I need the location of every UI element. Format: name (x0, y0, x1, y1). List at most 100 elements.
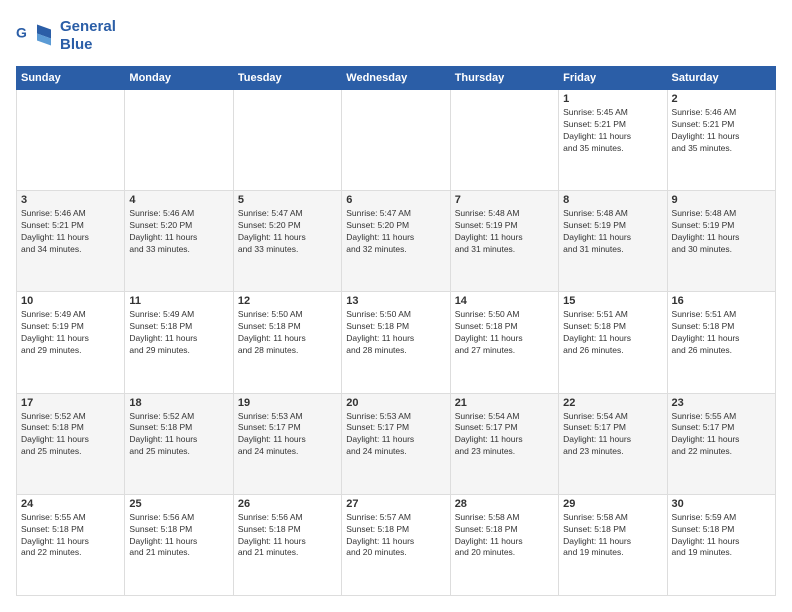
calendar-week-row: 24 Sunrise: 5:55 AM Sunset: 5:18 PM Dayli… (17, 494, 776, 595)
day-info: Sunrise: 5:51 AM Sunset: 5:18 PM Dayligh… (672, 309, 771, 357)
calendar-cell: 26Sunrise: 5:56 AM Sunset: 5:18 PM Dayli… (233, 494, 341, 595)
day-info: Sunrise: 5:55 AM Sunset: 5:18 PM Dayligh… (21, 512, 120, 560)
logo: G General Blue (16, 16, 116, 56)
calendar-cell: 6 Sunrise: 5:47 AM Sunset: 5:20 PM Daylig… (342, 191, 450, 292)
calendar-cell: 17 Sunrise: 5:52 AM Sunset: 5:18 PM Dayli… (17, 393, 125, 494)
day-info: Sunrise: 5:50 AM Sunset: 5:18 PM Dayligh… (455, 309, 554, 357)
day-number: 14 (455, 295, 554, 307)
calendar-cell: 23 Sunrise: 5:55 AM Sunset: 5:17 PM Dayli… (667, 393, 775, 494)
day-number: 20 (346, 397, 445, 409)
day-info: Sunrise: 5:54 AM Sunset: 5:17 PM Dayligh… (563, 411, 662, 459)
calendar-cell (450, 90, 558, 191)
calendar-cell: 15 Sunrise: 5:51 AM Sunset: 5:18 PM Dayli… (559, 292, 667, 393)
day-number: 30 (672, 498, 771, 510)
day-header-thursday: Thursday (450, 67, 558, 90)
calendar-week-row: 1Sunrise: 5:45 AM Sunset: 5:21 PM Daylig… (17, 90, 776, 191)
day-header-monday: Monday (125, 67, 233, 90)
calendar-cell: 3Sunrise: 5:46 AM Sunset: 5:21 PM Daylig… (17, 191, 125, 292)
logo-svg: G (16, 16, 56, 56)
calendar-cell: 25 Sunrise: 5:56 AM Sunset: 5:18 PM Dayli… (125, 494, 233, 595)
day-header-tuesday: Tuesday (233, 67, 341, 90)
day-info: Sunrise: 5:47 AM Sunset: 5:20 PM Dayligh… (238, 208, 337, 256)
calendar-cell (342, 90, 450, 191)
calendar-cell: 8 Sunrise: 5:48 AM Sunset: 5:19 PM Daylig… (559, 191, 667, 292)
day-header-wednesday: Wednesday (342, 67, 450, 90)
logo-blue: Blue (60, 36, 116, 54)
calendar-cell: 7Sunrise: 5:48 AM Sunset: 5:19 PM Daylig… (450, 191, 558, 292)
day-info: Sunrise: 5:49 AM Sunset: 5:18 PM Dayligh… (129, 309, 228, 357)
calendar-cell: 12 Sunrise: 5:50 AM Sunset: 5:18 PM Dayli… (233, 292, 341, 393)
day-number: 16 (672, 295, 771, 307)
day-number: 9 (672, 194, 771, 206)
day-number: 19 (238, 397, 337, 409)
day-number: 26 (238, 498, 337, 510)
day-info: Sunrise: 5:47 AM Sunset: 5:20 PM Dayligh… (346, 208, 445, 256)
page: G General Blue SundayMondayTuesdayWednes… (0, 0, 792, 612)
day-number: 6 (346, 194, 445, 206)
calendar-week-row: 17 Sunrise: 5:52 AM Sunset: 5:18 PM Dayli… (17, 393, 776, 494)
day-info: Sunrise: 5:48 AM Sunset: 5:19 PM Dayligh… (455, 208, 554, 256)
calendar-week-row: 10Sunrise: 5:49 AM Sunset: 5:19 PM Dayli… (17, 292, 776, 393)
logo-general: General (60, 18, 116, 36)
day-header-sunday: Sunday (17, 67, 125, 90)
day-info: Sunrise: 5:52 AM Sunset: 5:18 PM Dayligh… (129, 411, 228, 459)
day-info: Sunrise: 5:54 AM Sunset: 5:17 PM Dayligh… (455, 411, 554, 459)
calendar-cell: 10Sunrise: 5:49 AM Sunset: 5:19 PM Dayli… (17, 292, 125, 393)
day-number: 5 (238, 194, 337, 206)
header: G General Blue (16, 16, 776, 56)
calendar-cell: 4 Sunrise: 5:46 AM Sunset: 5:20 PM Daylig… (125, 191, 233, 292)
day-number: 2 (672, 93, 771, 105)
calendar-cell: 9 Sunrise: 5:48 AM Sunset: 5:19 PM Daylig… (667, 191, 775, 292)
calendar-cell: 20 Sunrise: 5:53 AM Sunset: 5:17 PM Dayli… (342, 393, 450, 494)
day-number: 24 (21, 498, 120, 510)
calendar-cell (125, 90, 233, 191)
day-info: Sunrise: 5:58 AM Sunset: 5:18 PM Dayligh… (455, 512, 554, 560)
calendar-cell: 22 Sunrise: 5:54 AM Sunset: 5:17 PM Dayli… (559, 393, 667, 494)
day-header-friday: Friday (559, 67, 667, 90)
day-info: Sunrise: 5:55 AM Sunset: 5:17 PM Dayligh… (672, 411, 771, 459)
day-info: Sunrise: 5:57 AM Sunset: 5:18 PM Dayligh… (346, 512, 445, 560)
day-number: 29 (563, 498, 662, 510)
calendar-cell: 24 Sunrise: 5:55 AM Sunset: 5:18 PM Dayli… (17, 494, 125, 595)
day-info: Sunrise: 5:50 AM Sunset: 5:18 PM Dayligh… (238, 309, 337, 357)
day-info: Sunrise: 5:48 AM Sunset: 5:19 PM Dayligh… (672, 208, 771, 256)
day-info: Sunrise: 5:56 AM Sunset: 5:18 PM Dayligh… (129, 512, 228, 560)
day-info: Sunrise: 5:53 AM Sunset: 5:17 PM Dayligh… (238, 411, 337, 459)
day-info: Sunrise: 5:50 AM Sunset: 5:18 PM Dayligh… (346, 309, 445, 357)
calendar-cell: 19 Sunrise: 5:53 AM Sunset: 5:17 PM Dayli… (233, 393, 341, 494)
day-number: 12 (238, 295, 337, 307)
calendar-cell: 29Sunrise: 5:58 AM Sunset: 5:18 PM Dayli… (559, 494, 667, 595)
day-number: 23 (672, 397, 771, 409)
day-info: Sunrise: 5:59 AM Sunset: 5:18 PM Dayligh… (672, 512, 771, 560)
day-info: Sunrise: 5:46 AM Sunset: 5:20 PM Dayligh… (129, 208, 228, 256)
calendar-table: SundayMondayTuesdayWednesdayThursdayFrid… (16, 66, 776, 596)
day-info: Sunrise: 5:48 AM Sunset: 5:19 PM Dayligh… (563, 208, 662, 256)
day-number: 22 (563, 397, 662, 409)
day-number: 18 (129, 397, 228, 409)
calendar-cell: 11 Sunrise: 5:49 AM Sunset: 5:18 PM Dayli… (125, 292, 233, 393)
day-number: 3 (21, 194, 120, 206)
calendar-cell: 2Sunrise: 5:46 AM Sunset: 5:21 PM Daylig… (667, 90, 775, 191)
calendar-cell: 14 Sunrise: 5:50 AM Sunset: 5:18 PM Dayli… (450, 292, 558, 393)
day-info: Sunrise: 5:52 AM Sunset: 5:18 PM Dayligh… (21, 411, 120, 459)
svg-text:G: G (16, 25, 27, 41)
day-info: Sunrise: 5:53 AM Sunset: 5:17 PM Dayligh… (346, 411, 445, 459)
calendar-cell: 13Sunrise: 5:50 AM Sunset: 5:18 PM Dayli… (342, 292, 450, 393)
calendar-cell: 16 Sunrise: 5:51 AM Sunset: 5:18 PM Dayli… (667, 292, 775, 393)
day-number: 25 (129, 498, 228, 510)
calendar-cell: 18 Sunrise: 5:52 AM Sunset: 5:18 PM Dayli… (125, 393, 233, 494)
calendar-cell (17, 90, 125, 191)
calendar-cell: 28 Sunrise: 5:58 AM Sunset: 5:18 PM Dayli… (450, 494, 558, 595)
day-number: 17 (21, 397, 120, 409)
day-number: 28 (455, 498, 554, 510)
calendar-cell: 1Sunrise: 5:45 AM Sunset: 5:21 PM Daylig… (559, 90, 667, 191)
calendar-cell: 5 Sunrise: 5:47 AM Sunset: 5:20 PM Daylig… (233, 191, 341, 292)
day-number: 10 (21, 295, 120, 307)
day-number: 11 (129, 295, 228, 307)
day-number: 1 (563, 93, 662, 105)
calendar-cell: 30 Sunrise: 5:59 AM Sunset: 5:18 PM Dayli… (667, 494, 775, 595)
day-number: 4 (129, 194, 228, 206)
day-info: Sunrise: 5:51 AM Sunset: 5:18 PM Dayligh… (563, 309, 662, 357)
day-number: 8 (563, 194, 662, 206)
day-number: 15 (563, 295, 662, 307)
